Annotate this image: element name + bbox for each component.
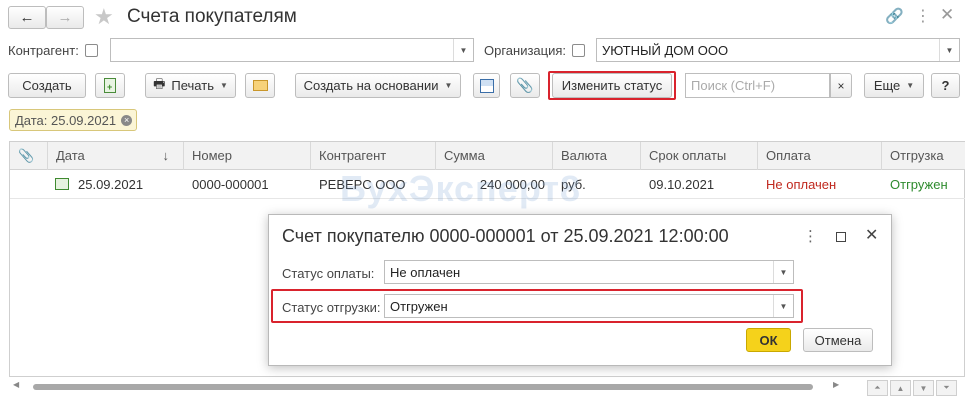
arrow-up-icon: ▲ xyxy=(896,383,905,393)
attachment-column-header[interactable]: 📎 xyxy=(10,142,48,170)
star-icon[interactable]: ★ xyxy=(94,4,114,30)
more-vertical-icon[interactable]: ⋮ xyxy=(803,227,818,245)
more-button[interactable]: Еще ▼ xyxy=(864,73,924,98)
first-page-icon: ⏶ xyxy=(874,383,881,392)
back-button[interactable]: ← xyxy=(8,6,46,29)
payment-status-label: Статус оплаты: xyxy=(282,266,375,281)
arrow-right-icon: → xyxy=(57,9,73,26)
help-button[interactable]: ? xyxy=(931,73,960,98)
arrow-left-icon: ← xyxy=(19,9,35,26)
change-status-dialog: Счет покупателю 0000-000001 от 25.09.202… xyxy=(268,214,892,366)
copy-document-button[interactable]: + xyxy=(95,73,125,98)
sort-down-icon: ↓ xyxy=(162,148,170,163)
organization-field[interactable]: УЮТНЫЙ ДОМ ООО ▼ xyxy=(596,38,960,62)
create-button[interactable]: Создать xyxy=(8,73,86,98)
close-icon[interactable]: ✕ xyxy=(940,5,954,25)
attach-button[interactable]: 📎 xyxy=(510,73,540,98)
contractor-label: Контрагент: xyxy=(8,43,79,58)
search-clear-button[interactable]: × xyxy=(830,73,852,98)
scroll-bottom-button[interactable]: ⏷ xyxy=(936,380,957,396)
copy-document-icon: + xyxy=(104,78,116,93)
close-icon: × xyxy=(837,78,845,93)
watermark: БухЭксперт8 xyxy=(340,168,581,209)
scroll-left-icon[interactable]: ◀ xyxy=(13,380,19,389)
posted-document-icon xyxy=(55,178,69,190)
chevron-down-icon: ▼ xyxy=(219,81,228,90)
email-button[interactable] xyxy=(245,73,275,98)
scroll-top-button[interactable]: ⏶ xyxy=(867,380,888,396)
document-structure-icon xyxy=(479,78,494,93)
search-input[interactable]: Поиск (Ctrl+F) xyxy=(685,73,830,98)
scrollbar-thumb[interactable] xyxy=(33,384,813,390)
date-filter-chip[interactable]: Дата: 25.09.2021 × xyxy=(9,109,137,131)
close-icon[interactable]: ✕ xyxy=(865,225,878,245)
horizontal-scrollbar[interactable]: ◀ ▶ xyxy=(11,380,848,392)
structure-button[interactable] xyxy=(473,73,500,98)
payment-status-select[interactable]: Не оплачен ▼ xyxy=(384,260,794,284)
chevron-down-icon[interactable]: ▼ xyxy=(773,261,793,283)
scroll-up-button[interactable]: ▲ xyxy=(890,380,911,396)
column-header-amount[interactable]: Сумма xyxy=(436,142,553,170)
column-header-payment[interactable]: Оплата xyxy=(758,142,882,170)
row-shipment-status: Отгружен xyxy=(890,177,948,192)
print-button[interactable]: 🖶 Печать ▼ xyxy=(145,73,236,98)
cancel-button[interactable]: Отмена xyxy=(803,328,873,352)
contractor-field[interactable]: ▼ xyxy=(110,38,474,62)
dialog-title: Счет покупателю 0000-000001 от 25.09.202… xyxy=(282,226,729,246)
row-number: 0000-000001 xyxy=(192,177,269,192)
column-header-number[interactable]: Номер xyxy=(184,142,311,170)
ok-button[interactable]: ОК xyxy=(746,328,791,352)
create-based-on-button[interactable]: Создать на основании ▼ xyxy=(295,73,461,98)
chevron-down-icon: ▼ xyxy=(444,81,453,90)
paperclip-icon: 📎 xyxy=(516,77,534,93)
scroll-right-icon[interactable]: ▶ xyxy=(833,380,839,389)
chevron-down-icon: ▼ xyxy=(906,81,915,90)
row-due-date: 09.10.2021 xyxy=(649,177,715,192)
forward-button[interactable]: → xyxy=(46,6,84,29)
link-icon[interactable]: 🔗 xyxy=(885,7,904,25)
remove-filter-icon[interactable]: × xyxy=(121,114,133,126)
chevron-down-icon[interactable]: ▼ xyxy=(939,39,959,61)
row-date: 25.09.2021 xyxy=(78,177,144,192)
page-title: Счета покупателям xyxy=(127,6,297,27)
last-page-icon: ⏷ xyxy=(943,383,950,392)
chevron-down-icon[interactable]: ▼ xyxy=(453,39,473,61)
row-payment-status: Не оплачен xyxy=(766,177,837,192)
more-vertical-icon[interactable]: ⋮ xyxy=(915,6,931,26)
shipment-status-highlight xyxy=(271,289,803,323)
printer-icon: 🖶 xyxy=(153,75,166,91)
column-header-contractor[interactable]: Контрагент xyxy=(311,142,436,170)
contractor-checkbox[interactable] xyxy=(85,44,98,57)
scroll-down-button[interactable]: ▼ xyxy=(913,380,934,396)
change-status-highlight xyxy=(548,71,676,100)
column-header-shipment[interactable]: Отгрузка xyxy=(882,142,965,170)
organization-label: Организация: xyxy=(484,43,567,58)
paperclip-icon: 📎 xyxy=(18,148,35,163)
envelope-icon xyxy=(252,80,268,91)
maximize-icon[interactable] xyxy=(836,232,846,242)
arrow-down-icon: ▼ xyxy=(919,383,928,393)
organization-checkbox[interactable] xyxy=(572,44,585,57)
column-header-date[interactable]: Дата ↓ xyxy=(48,142,184,170)
column-header-currency[interactable]: Валюта xyxy=(553,142,641,170)
column-header-due-date[interactable]: Срок оплаты xyxy=(641,142,758,170)
